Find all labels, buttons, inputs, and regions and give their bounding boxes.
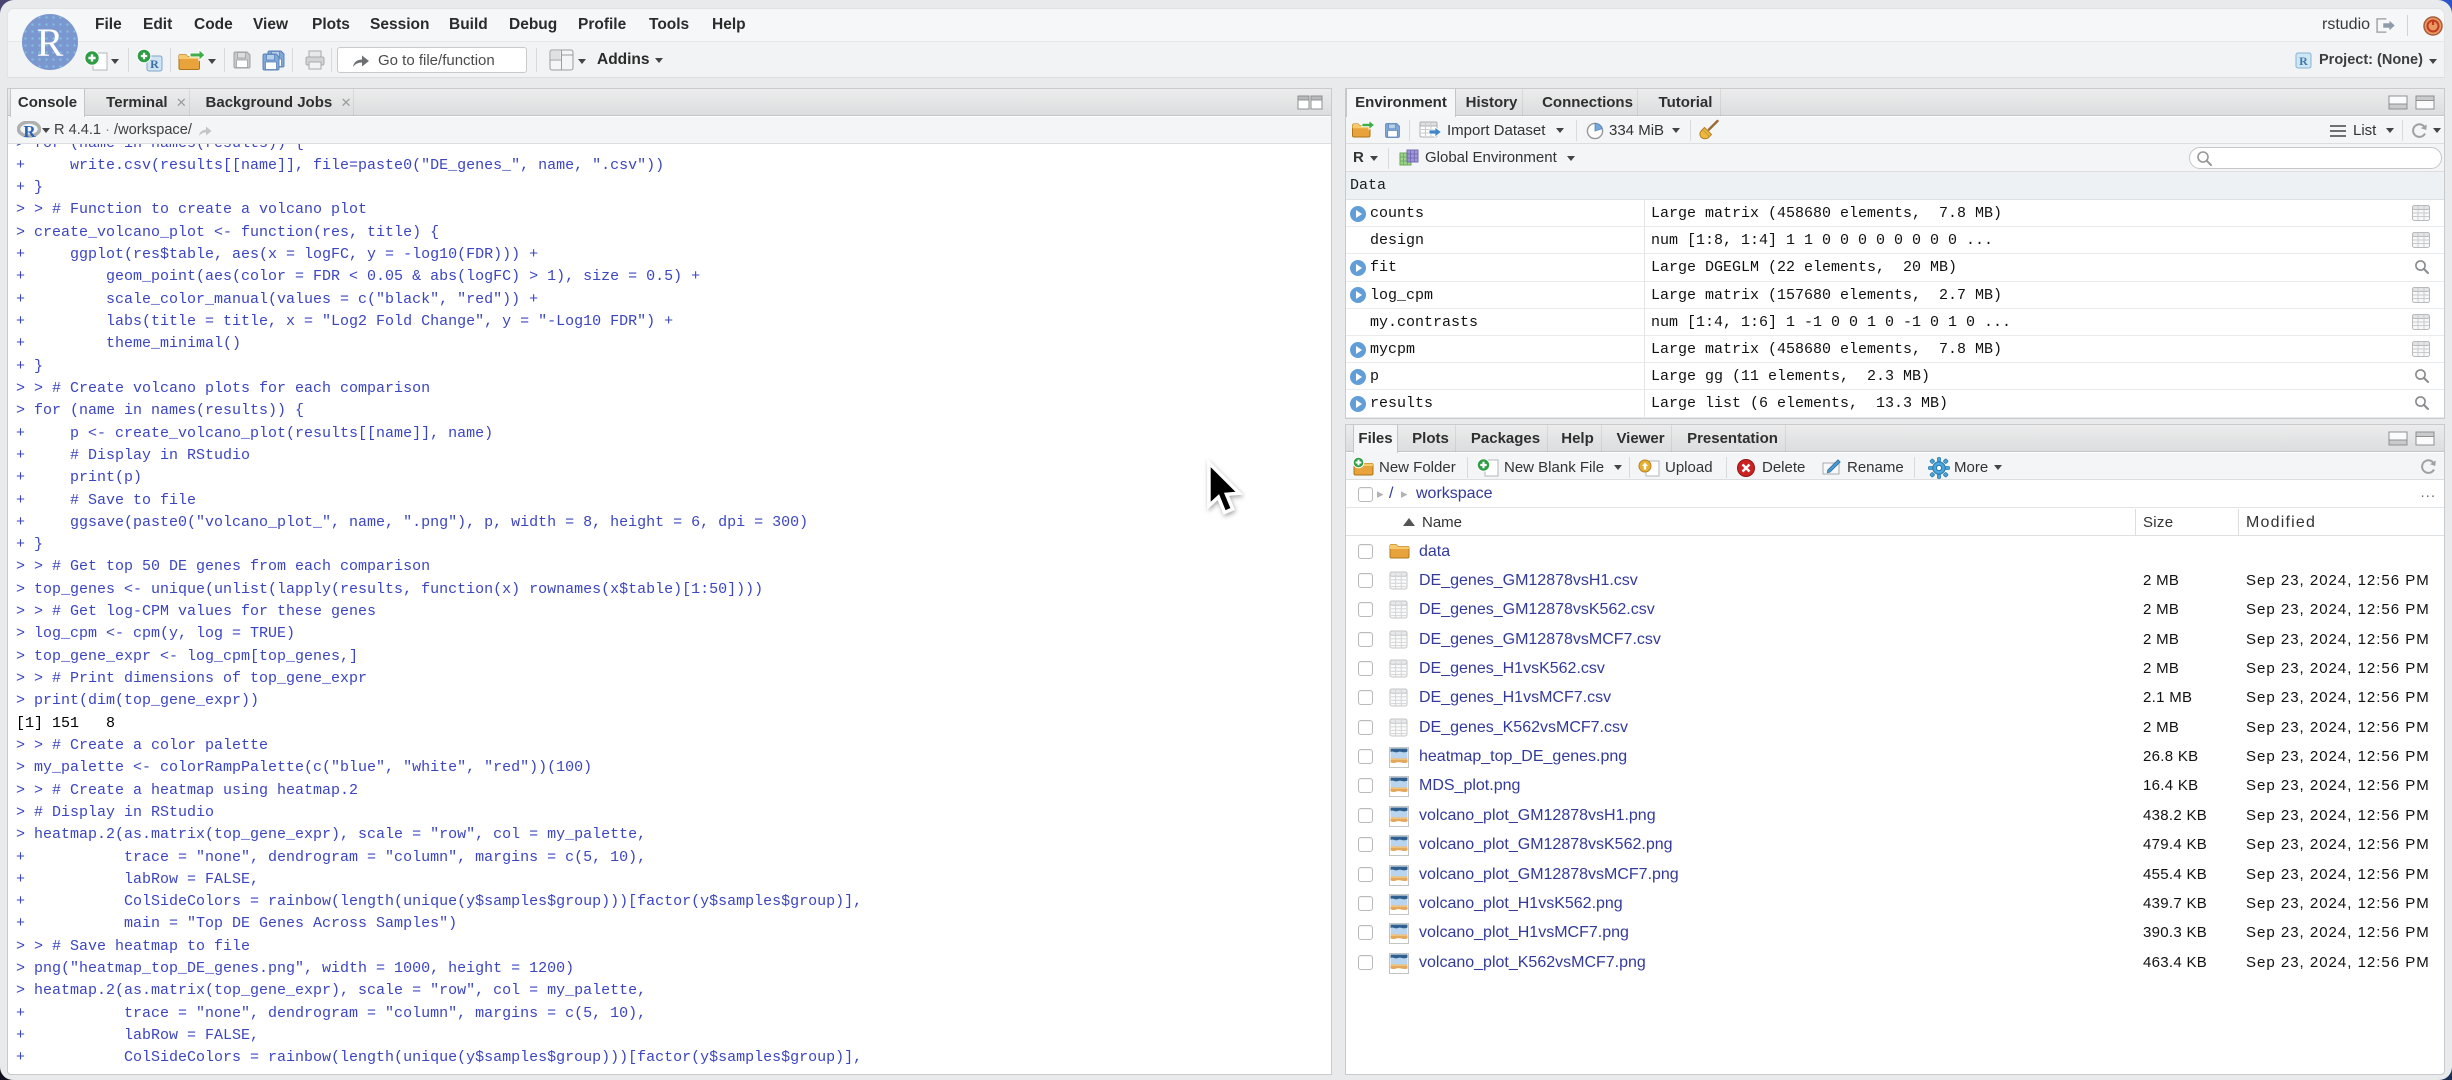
svg-text:R: R (150, 57, 159, 71)
svg-text:R: R (2299, 54, 2308, 68)
svg-text:R: R (23, 122, 36, 139)
